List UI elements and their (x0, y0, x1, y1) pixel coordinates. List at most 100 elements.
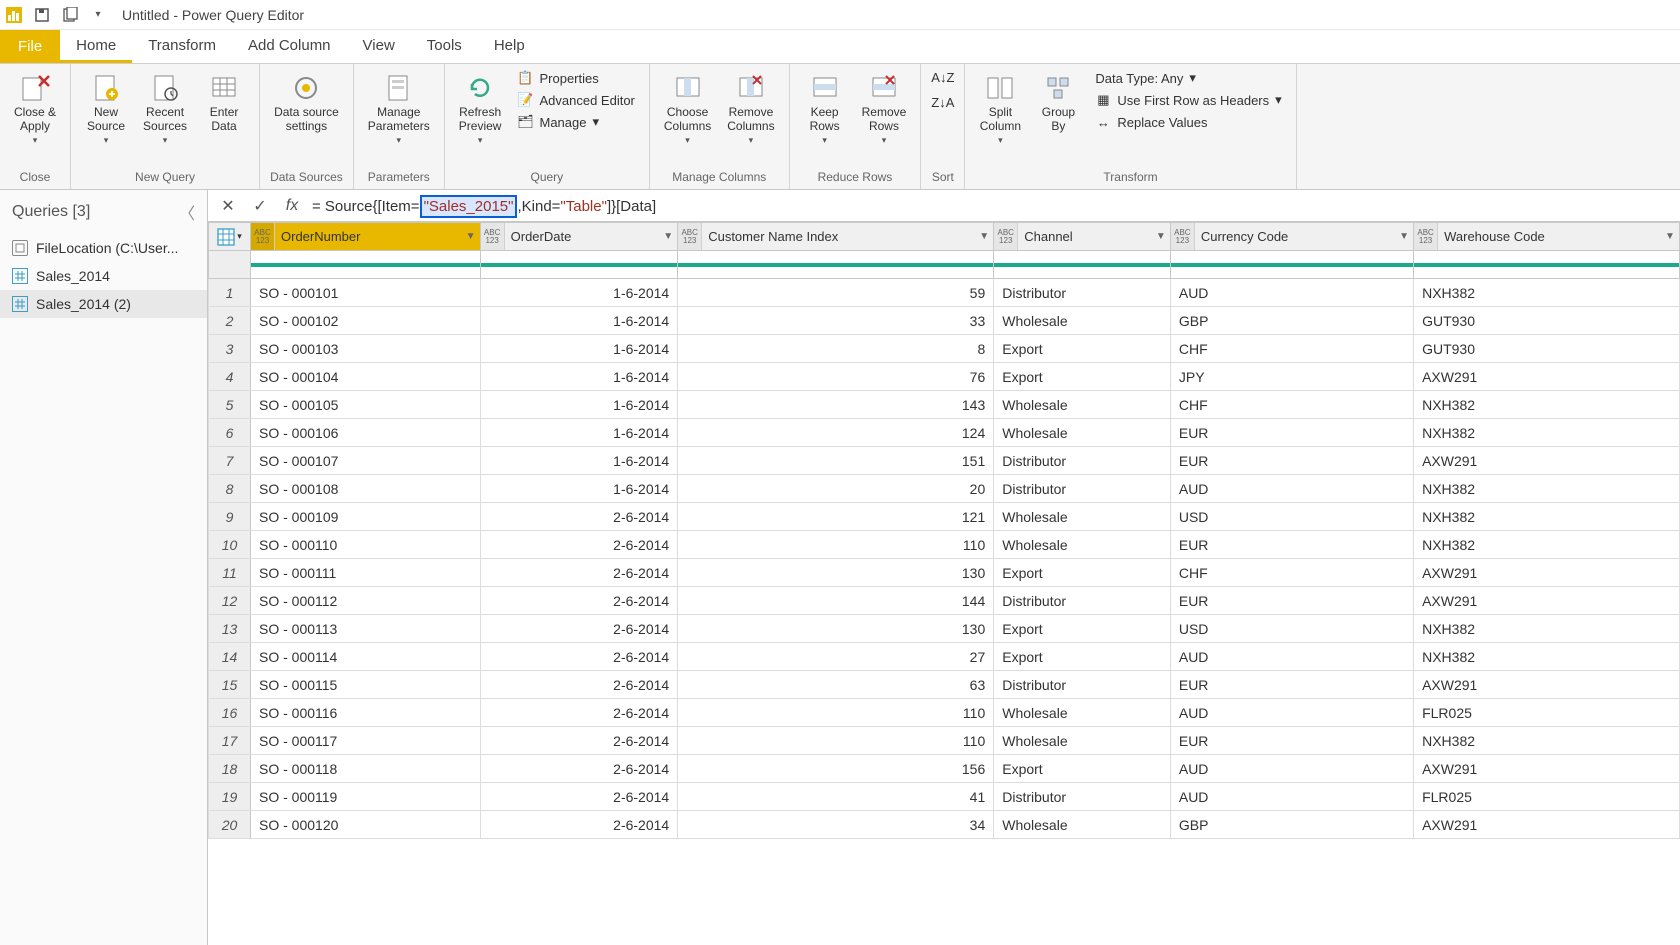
cell[interactable]: EUR (1170, 587, 1413, 615)
table-row[interactable]: 4SO - 0001041-6-201476ExportJPYAXW291 (209, 363, 1680, 391)
cell[interactable]: 110 (678, 699, 994, 727)
formula-fx-button[interactable]: fx (280, 194, 304, 218)
query-item[interactable]: FileLocation (C:\User... (0, 234, 207, 262)
cell[interactable]: SO - 000116 (251, 699, 481, 727)
cell[interactable]: CHF (1170, 559, 1413, 587)
row-number[interactable]: 9 (209, 503, 251, 531)
cell[interactable]: AUD (1170, 643, 1413, 671)
data-type-button[interactable]: Data Type: Any ▾ (1089, 68, 1287, 88)
data-source-settings-button[interactable]: Data sourcesettings (268, 68, 345, 138)
cell[interactable]: 143 (678, 391, 994, 419)
cell[interactable]: 1-6-2014 (480, 279, 678, 307)
cell[interactable]: NXH382 (1414, 279, 1680, 307)
cell[interactable]: SO - 000110 (251, 531, 481, 559)
cell[interactable]: SO - 000120 (251, 811, 481, 839)
close-apply-button[interactable]: Close &Apply▾ (8, 68, 62, 150)
row-number[interactable]: 12 (209, 587, 251, 615)
type-badge[interactable]: ABC123 (481, 223, 505, 250)
formula-input[interactable]: = Source{[Item="Sales_2015",Kind="Table"… (312, 197, 1672, 215)
row-number[interactable]: 8 (209, 475, 251, 503)
cell[interactable]: Export (994, 559, 1171, 587)
cell[interactable]: EUR (1170, 671, 1413, 699)
collapse-queries-button[interactable]: 〈 (179, 200, 195, 224)
cell[interactable]: 59 (678, 279, 994, 307)
cell[interactable]: 1-6-2014 (480, 307, 678, 335)
row-number[interactable]: 19 (209, 783, 251, 811)
cell[interactable]: SO - 000112 (251, 587, 481, 615)
cell[interactable]: NXH382 (1414, 615, 1680, 643)
menu-tab-view[interactable]: View (347, 30, 411, 63)
row-number[interactable]: 3 (209, 335, 251, 363)
cell[interactable]: EUR (1170, 419, 1413, 447)
row-number[interactable]: 7 (209, 447, 251, 475)
cell[interactable]: GUT930 (1414, 307, 1680, 335)
cell[interactable]: 2-6-2014 (480, 811, 678, 839)
cell[interactable]: 76 (678, 363, 994, 391)
cell[interactable]: AXW291 (1414, 671, 1680, 699)
cell[interactable]: Distributor (994, 671, 1171, 699)
cell[interactable]: Export (994, 335, 1171, 363)
column-header[interactable]: ABC123Customer Name Index▼ (678, 223, 994, 251)
cell[interactable]: NXH382 (1414, 503, 1680, 531)
cell[interactable]: AXW291 (1414, 755, 1680, 783)
cell[interactable]: SO - 000107 (251, 447, 481, 475)
cell[interactable]: GUT930 (1414, 335, 1680, 363)
cell[interactable]: SO - 000105 (251, 391, 481, 419)
properties-button[interactable]: 📋Properties (511, 68, 640, 88)
table-row[interactable]: 18SO - 0001182-6-2014156ExportAUDAXW291 (209, 755, 1680, 783)
query-item[interactable]: Sales_2014 (2) (0, 290, 207, 318)
cell[interactable]: Wholesale (994, 419, 1171, 447)
menu-tab-help[interactable]: Help (478, 30, 541, 63)
table-corner[interactable]: ▾ (209, 223, 251, 251)
enter-data-button[interactable]: EnterData (197, 68, 251, 138)
table-row[interactable]: 3SO - 0001031-6-20148ExportCHFGUT930 (209, 335, 1680, 363)
cell[interactable]: 2-6-2014 (480, 503, 678, 531)
cell[interactable]: SO - 000114 (251, 643, 481, 671)
cell[interactable]: Distributor (994, 587, 1171, 615)
cell[interactable]: AUD (1170, 699, 1413, 727)
menu-file[interactable]: File (0, 30, 60, 63)
cell[interactable]: Distributor (994, 447, 1171, 475)
cell[interactable]: GBP (1170, 811, 1413, 839)
cell[interactable]: SO - 000117 (251, 727, 481, 755)
table-row[interactable]: 6SO - 0001061-6-2014124WholesaleEURNXH38… (209, 419, 1680, 447)
cell[interactable]: SO - 000113 (251, 615, 481, 643)
sort-desc-button[interactable]: Z↓A (929, 93, 956, 112)
cell[interactable]: 110 (678, 531, 994, 559)
table-row[interactable]: 2SO - 0001021-6-201433WholesaleGBPGUT930 (209, 307, 1680, 335)
cell[interactable]: CHF (1170, 335, 1413, 363)
table-row[interactable]: 16SO - 0001162-6-2014110WholesaleAUDFLR0… (209, 699, 1680, 727)
cell[interactable]: Export (994, 643, 1171, 671)
cell[interactable]: GBP (1170, 307, 1413, 335)
cell[interactable]: Wholesale (994, 307, 1171, 335)
keep-rows-button[interactable]: KeepRows▾ (798, 68, 852, 150)
cell[interactable]: SO - 000101 (251, 279, 481, 307)
type-badge[interactable]: ABC123 (994, 223, 1018, 250)
cell[interactable]: SO - 000118 (251, 755, 481, 783)
cell[interactable]: 2-6-2014 (480, 531, 678, 559)
qat-dropdown[interactable]: ▾ (86, 3, 110, 27)
refresh-preview-button[interactable]: RefreshPreview▾ (453, 68, 508, 150)
choose-columns-button[interactable]: ChooseColumns▾ (658, 68, 717, 150)
cell[interactable]: Export (994, 615, 1171, 643)
table-row[interactable]: 1SO - 0001011-6-201459DistributorAUDNXH3… (209, 279, 1680, 307)
table-row[interactable]: 13SO - 0001132-6-2014130ExportUSDNXH382 (209, 615, 1680, 643)
split-column-button[interactable]: SplitColumn▾ (973, 68, 1027, 150)
cell[interactable]: NXH382 (1414, 643, 1680, 671)
cell[interactable]: 27 (678, 643, 994, 671)
table-row[interactable]: 15SO - 0001152-6-201463DistributorEURAXW… (209, 671, 1680, 699)
table-row[interactable]: 11SO - 0001112-6-2014130ExportCHFAXW291 (209, 559, 1680, 587)
query-item[interactable]: Sales_2014 (0, 262, 207, 290)
cell[interactable]: EUR (1170, 727, 1413, 755)
sort-asc-button[interactable]: A↓Z (929, 68, 956, 87)
cell[interactable]: SO - 000103 (251, 335, 481, 363)
manage-button[interactable]: 🗂Manage ▾ (511, 112, 640, 132)
row-number[interactable]: 16 (209, 699, 251, 727)
column-header[interactable]: ABC123OrderNumber▼ (251, 223, 481, 251)
cell[interactable]: NXH382 (1414, 419, 1680, 447)
cell[interactable]: Wholesale (994, 503, 1171, 531)
cell[interactable]: 2-6-2014 (480, 699, 678, 727)
save-button[interactable] (30, 3, 54, 27)
row-number[interactable]: 1 (209, 279, 251, 307)
manage-parameters-button[interactable]: ManageParameters▾ (362, 68, 436, 150)
